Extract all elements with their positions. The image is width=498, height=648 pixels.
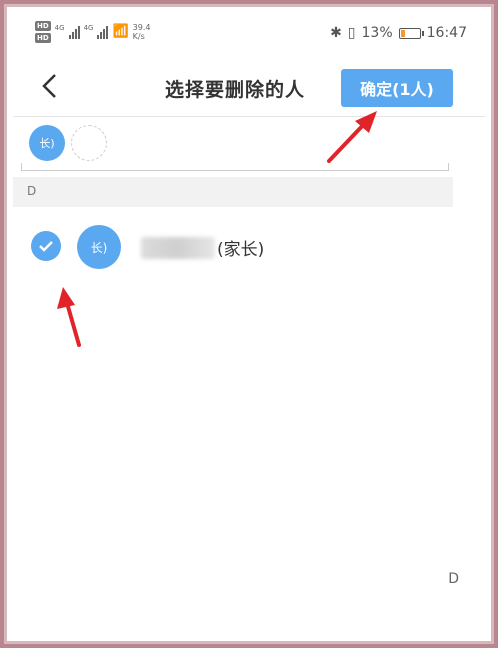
selected-people-row: 长) — [13, 117, 485, 169]
status-left: HD HD 4G 4G 📶 39.4 K/s — [35, 21, 150, 43]
wifi-icon: 📶 — [112, 24, 129, 39]
clock: 16:47 — [426, 25, 467, 41]
section-header: D — [13, 177, 453, 207]
divider — [21, 163, 449, 171]
hd-badges: HD HD — [35, 21, 51, 43]
battery-icon — [398, 27, 424, 39]
avatar: 长) — [77, 225, 121, 269]
check-icon — [39, 241, 53, 252]
network-label: 4G — [83, 24, 94, 32]
screenshot-frame: HD HD 4G 4G 📶 39.4 K/s ✱ ▯ 13% 16:47 选择要… — [4, 4, 494, 644]
name-suffix: (家长) — [217, 240, 265, 260]
index-bar-letter[interactable]: D — [448, 571, 459, 587]
hd-badge: HD — [35, 21, 51, 31]
page-title: 选择要删除的人 — [165, 79, 306, 101]
list-item[interactable]: 长) (家长) — [13, 215, 453, 277]
status-bar: HD HD 4G 4G 📶 39.4 K/s ✱ ▯ 13% 16:47 — [13, 13, 485, 51]
battery-percent: 13% — [361, 25, 393, 41]
annotation-arrow — [57, 287, 81, 347]
vibrate-icon: ▯ — [347, 25, 356, 41]
signal-icon — [97, 25, 109, 39]
signal-icon — [68, 25, 80, 39]
empty-slot — [71, 125, 107, 161]
speed-value: 39.4 — [132, 23, 151, 32]
redacted-name — [141, 236, 215, 259]
speed-unit: K/s — [132, 32, 145, 41]
section-letter: D — [27, 184, 37, 198]
back-button[interactable] — [35, 69, 65, 103]
status-right: ✱ ▯ 13% 16:47 — [330, 25, 467, 41]
contact-name: (家长) — [141, 235, 264, 260]
checkbox[interactable] — [31, 231, 61, 261]
nav-header: 选择要删除的人 确定(1人) — [13, 57, 485, 117]
chevron-left-icon — [42, 74, 56, 98]
selected-avatar[interactable]: 长) — [29, 125, 65, 161]
app-screen: HD HD 4G 4G 📶 39.4 K/s ✱ ▯ 13% 16:47 选择要… — [13, 13, 485, 635]
confirm-button[interactable]: 确定(1人) — [341, 69, 453, 107]
network-speed: 39.4 K/s — [133, 23, 151, 41]
network-label: 4G — [54, 24, 65, 32]
hd-badge: HD — [35, 33, 51, 43]
bluetooth-icon: ✱ — [330, 25, 342, 41]
